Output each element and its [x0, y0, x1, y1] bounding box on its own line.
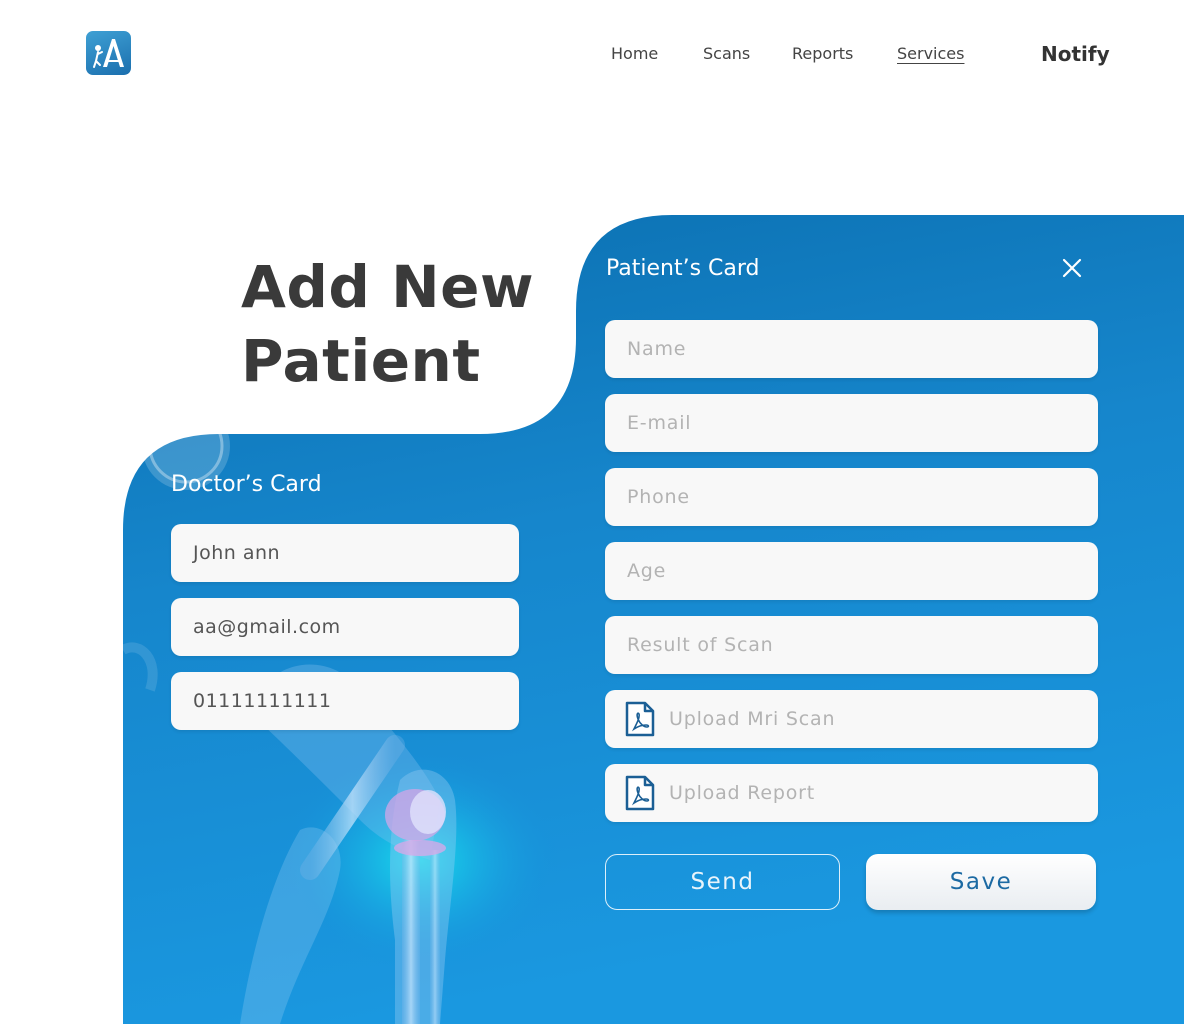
nav-home[interactable]: Home	[611, 44, 658, 63]
doctor-email-field[interactable]: aa@gmail.com	[171, 598, 519, 656]
upload-report-label: Upload Report	[669, 782, 815, 804]
patient-phone-input[interactable]: Phone	[605, 468, 1098, 526]
page-title: Add New Patient	[241, 250, 561, 398]
doctor-card-title: Doctor’s Card	[171, 472, 322, 497]
pdf-file-icon	[625, 701, 655, 737]
app-logo-icon[interactable]	[86, 31, 131, 75]
notify-link[interactable]: Notify	[1041, 42, 1110, 66]
scan-result-input[interactable]: Result of Scan	[605, 616, 1098, 674]
patient-name-placeholder: Name	[627, 338, 687, 360]
doctor-email-value: aa@gmail.com	[193, 616, 341, 638]
patient-phone-placeholder: Phone	[627, 486, 690, 508]
doctor-name-field[interactable]: John ann	[171, 524, 519, 582]
doctor-phone-value: 01111111111	[193, 690, 332, 712]
nav-services[interactable]: Services	[897, 44, 964, 63]
doctor-phone-field[interactable]: 01111111111	[171, 672, 519, 730]
scan-result-placeholder: Result of Scan	[627, 634, 774, 656]
page-title-line-1: Add New	[241, 253, 535, 321]
patient-card-title: Patient’s Card	[606, 256, 760, 281]
upload-mri-scan-label: Upload Mri Scan	[669, 708, 836, 730]
patient-name-input[interactable]: Name	[605, 320, 1098, 378]
page-title-line-2: Patient	[241, 327, 481, 395]
save-button[interactable]: Save	[866, 854, 1096, 910]
doctor-name-value: John ann	[193, 542, 281, 564]
close-icon[interactable]	[1060, 256, 1084, 280]
patient-age-placeholder: Age	[627, 560, 667, 582]
patient-email-placeholder: E-mail	[627, 412, 692, 434]
upload-mri-scan-button[interactable]: Upload Mri Scan	[605, 690, 1098, 748]
patient-email-input[interactable]: E-mail	[605, 394, 1098, 452]
patient-age-input[interactable]: Age	[605, 542, 1098, 600]
send-button[interactable]: Send	[605, 854, 840, 910]
nav-scans[interactable]: Scans	[703, 44, 750, 63]
nav-reports[interactable]: Reports	[792, 44, 853, 63]
upload-report-button[interactable]: Upload Report	[605, 764, 1098, 822]
pdf-file-icon	[625, 775, 655, 811]
